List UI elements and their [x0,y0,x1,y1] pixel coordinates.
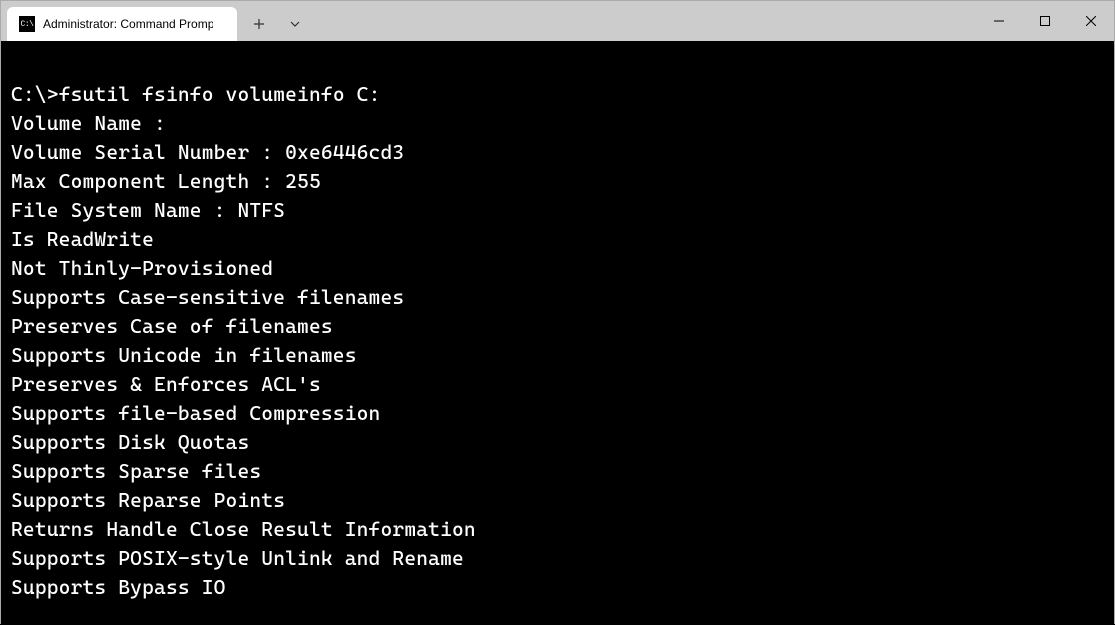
titlebar: C:\ Administrator: Command Prompt [1,1,1114,41]
output-line: Is ReadWrite [11,225,1104,254]
window-controls [976,1,1114,41]
tab-actions [241,7,313,41]
tab-dropdown-button[interactable] [277,7,313,41]
prompt: C:\> [11,82,59,106]
output-line: Supports POSIX-style Unlink and Rename [11,544,1104,573]
output-line: Volume Name : [11,109,1104,138]
output-line: Volume Serial Number : 0xe6446cd3 [11,138,1104,167]
output-line: Supports Reparse Points [11,486,1104,515]
output-line: File System Name : NTFS [11,196,1104,225]
tab-close-button[interactable] [221,15,225,33]
terminal-content[interactable]: C:\>fsutil fsinfo volumeinfo C: Volume Na… [1,41,1114,625]
minimize-button[interactable] [976,1,1022,41]
output-line: Supports Unicode in filenames [11,341,1104,370]
titlebar-drag-region[interactable] [313,1,976,41]
output-line: Not Thinly-Provisioned [11,254,1104,283]
maximize-button[interactable] [1022,1,1068,41]
command: fsutil fsinfo volumeinfo C: [59,82,381,106]
new-tab-button[interactable] [241,7,277,41]
close-window-button[interactable] [1068,1,1114,41]
output-line: Preserves Case of filenames [11,312,1104,341]
tab-title: Administrator: Command Prompt [43,17,213,31]
output-line: Supports Sparse files [11,457,1104,486]
output-line: Returns Handle Close Result Information [11,515,1104,544]
output-line: Supports Disk Quotas [11,428,1104,457]
output-line: Max Component Length : 255 [11,167,1104,196]
output-line: Supports file-based Compression [11,399,1104,428]
output-line: Supports Bypass IO [11,573,1104,602]
output-line: Preserves & Enforces ACL's [11,370,1104,399]
output-line: Supports Case-sensitive filenames [11,283,1104,312]
cmd-icon: C:\ [19,16,35,32]
tab-active[interactable]: C:\ Administrator: Command Prompt [7,7,237,41]
